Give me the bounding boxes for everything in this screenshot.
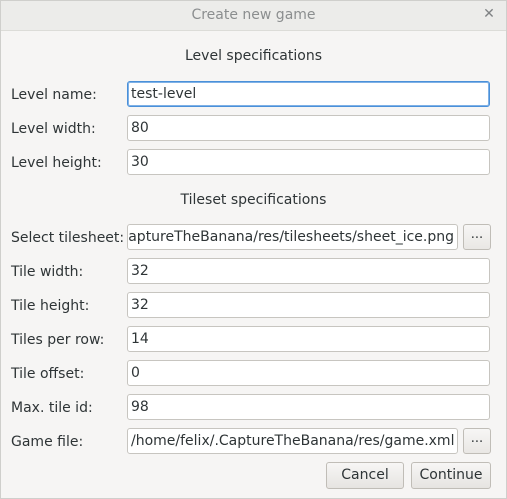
tile-offset-label: Tile offset: xyxy=(11,366,85,382)
tile-width-input[interactable]: 32 xyxy=(127,258,490,284)
game-file-label: Game file: xyxy=(11,434,84,450)
tile-width-label: Tile width: xyxy=(11,264,84,280)
level-height-label: Level height: xyxy=(11,155,102,171)
max-tile-id-input[interactable]: 98 xyxy=(127,394,490,420)
level-name-label: Level name: xyxy=(11,87,97,103)
level-width-label: Level width: xyxy=(11,121,96,137)
tilesheet-path-input[interactable]: x/.CaptureTheBanana/res/tilesheets/sheet… xyxy=(127,224,458,250)
level-width-input[interactable]: 80 xyxy=(127,115,490,141)
tile-offset-input[interactable]: 0 xyxy=(127,360,490,386)
level-specifications-heading: Level specifications xyxy=(185,48,322,64)
window-title: Create new game xyxy=(191,7,316,23)
tilesheet-path-value: x/.CaptureTheBanana/res/tilesheets/sheet… xyxy=(127,229,454,245)
level-name-input[interactable]: test-level xyxy=(127,81,490,107)
tileset-specifications-heading: Tileset specifications xyxy=(180,192,327,208)
tiles-per-row-label: Tiles per row: xyxy=(11,332,105,348)
continue-button[interactable]: Continue xyxy=(411,462,491,489)
select-tilesheet-label: Select tilesheet: xyxy=(11,230,125,246)
titlebar: Create new game ✕ xyxy=(1,1,506,31)
tile-height-input[interactable]: 32 xyxy=(127,292,490,318)
browse-game-file-button[interactable]: ... xyxy=(463,428,491,454)
game-file-input[interactable]: /home/felix/.CaptureTheBanana/res/game.x… xyxy=(127,428,458,454)
close-icon[interactable]: ✕ xyxy=(480,5,498,23)
create-game-dialog: Create new game ✕ Level specifications L… xyxy=(0,0,507,499)
tile-height-label: Tile height: xyxy=(11,298,90,314)
cancel-button[interactable]: Cancel xyxy=(326,462,404,489)
level-height-input[interactable]: 30 xyxy=(127,149,490,175)
max-tile-id-label: Max. tile id: xyxy=(11,400,93,416)
browse-tilesheet-button[interactable]: ... xyxy=(463,224,491,250)
tiles-per-row-input[interactable]: 14 xyxy=(127,326,490,352)
